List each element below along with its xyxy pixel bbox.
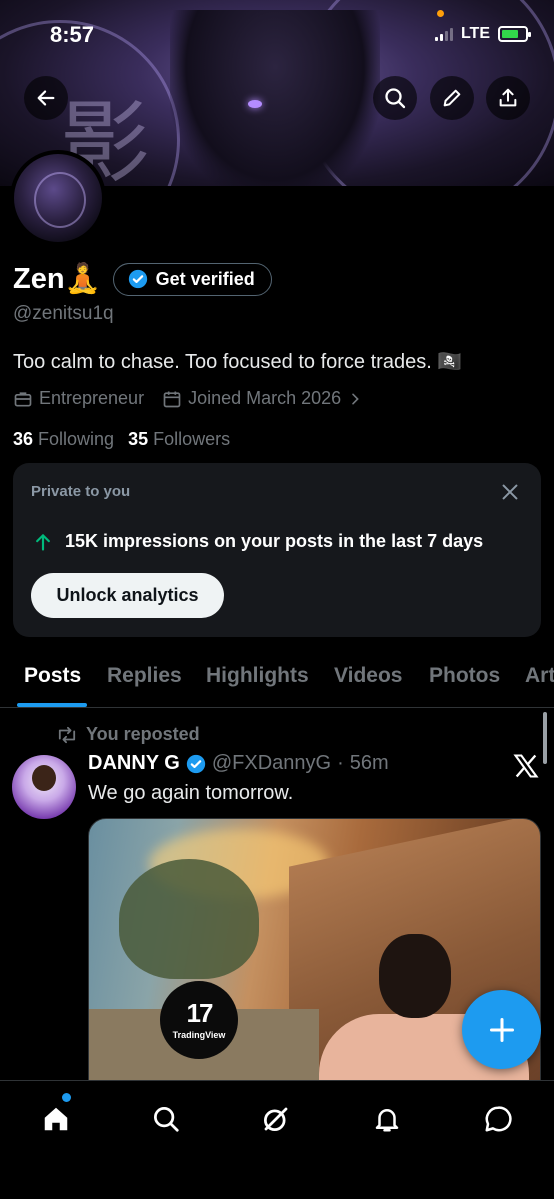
pencil-icon: [443, 89, 461, 107]
bell-icon: [375, 1109, 399, 1132]
status-time: 8:57: [50, 22, 95, 47]
repost-indicator: You reposted: [56, 724, 200, 745]
tab-replies[interactable]: Replies: [107, 664, 182, 688]
compose-button[interactable]: [462, 990, 541, 1069]
following-link[interactable]: 36 Following: [13, 429, 114, 450]
tab-videos[interactable]: Videos: [334, 664, 402, 688]
post-author-avatar[interactable]: [12, 755, 76, 819]
tab-articles[interactable]: Art: [525, 664, 554, 688]
followers-label: Followers: [153, 429, 231, 449]
x-logo-icon: [513, 754, 539, 778]
unlock-analytics-button[interactable]: Unlock analytics: [31, 573, 224, 618]
post-time: 56m: [349, 752, 389, 774]
private-analytics-card: Private to you 15K impressions on your p…: [13, 463, 541, 637]
tradingview-badge: 17 TradingView: [160, 981, 238, 1059]
share-icon: [499, 88, 517, 107]
tradingview-logo-icon: 17: [186, 998, 214, 1028]
card-title: Private to you: [31, 483, 131, 500]
get-verified-button[interactable]: Get verified: [112, 262, 272, 296]
calendar-icon: [163, 391, 181, 407]
profile-category[interactable]: Entrepreneur: [39, 388, 144, 409]
post-username[interactable]: @FXDannyG: [212, 752, 331, 775]
briefcase-icon: [14, 391, 32, 406]
chat-icon: [485, 1106, 512, 1132]
arrow-left-icon: [37, 90, 55, 106]
tradingview-label: TradingView: [172, 1030, 226, 1040]
back-button[interactable]: [24, 76, 68, 120]
card-close-button[interactable]: [499, 481, 521, 508]
close-icon: [502, 484, 518, 500]
avatar-image: [14, 154, 102, 242]
search-icon: [385, 88, 406, 109]
post-separator: ·: [337, 752, 344, 774]
nav-grok[interactable]: [256, 1099, 296, 1139]
profile-handle: @zenitsu1q: [13, 303, 114, 324]
search-icon: [154, 1107, 179, 1132]
privacy-indicator: [437, 10, 444, 17]
nav-notifications[interactable]: [367, 1099, 407, 1139]
chevron-right-icon[interactable]: [347, 391, 363, 407]
profile-joined[interactable]: Joined March 2026: [188, 388, 341, 409]
battery-icon: [498, 26, 531, 42]
signal-icon: [434, 27, 453, 41]
profile-avatar[interactable]: [10, 150, 106, 246]
active-tab-indicator: [17, 703, 87, 707]
home-icon: [44, 1107, 68, 1131]
post-display-name[interactable]: DANNY G: [88, 752, 180, 775]
post-text: We go again tomorrow.: [88, 782, 294, 804]
search-button[interactable]: [373, 76, 417, 120]
profile-bio: Too calm to chase. Too focused to force …: [13, 351, 463, 373]
status-bar: 8:57 LTE: [0, 0, 554, 70]
impressions-text: 15K impressions on your posts in the las…: [65, 531, 484, 551]
repost-label: You reposted: [86, 724, 200, 744]
nav-search[interactable]: [146, 1099, 186, 1139]
verified-badge-icon: [186, 754, 206, 773]
tab-posts[interactable]: Posts: [24, 664, 81, 688]
nav-messages[interactable]: [478, 1099, 518, 1139]
scrollbar[interactable]: [543, 712, 547, 764]
banner-eye: [248, 100, 262, 108]
verified-badge-icon: [128, 269, 147, 289]
profile-name: Zen🧘: [13, 263, 101, 295]
plus-icon: [489, 1017, 514, 1042]
following-count: 36: [13, 429, 34, 449]
network-label: LTE: [460, 25, 490, 42]
repost-icon: [58, 726, 76, 743]
followers-link[interactable]: 35 Followers: [128, 429, 230, 450]
edit-button[interactable]: [430, 76, 474, 120]
nav-home[interactable]: [36, 1099, 76, 1139]
following-label: Following: [38, 429, 115, 449]
tab-highlights[interactable]: Highlights: [206, 664, 309, 688]
notification-dot: [62, 1093, 71, 1102]
profile-tabs: Posts Replies Highlights Videos Photos A…: [0, 652, 554, 708]
arrow-up-icon: [36, 533, 50, 551]
grok-icon: [264, 1107, 288, 1131]
followers-count: 35: [128, 429, 149, 449]
get-verified-label: Get verified: [155, 268, 255, 289]
share-button[interactable]: [486, 76, 530, 120]
tab-photos[interactable]: Photos: [429, 664, 500, 688]
bottom-navigation: [0, 1080, 554, 1199]
